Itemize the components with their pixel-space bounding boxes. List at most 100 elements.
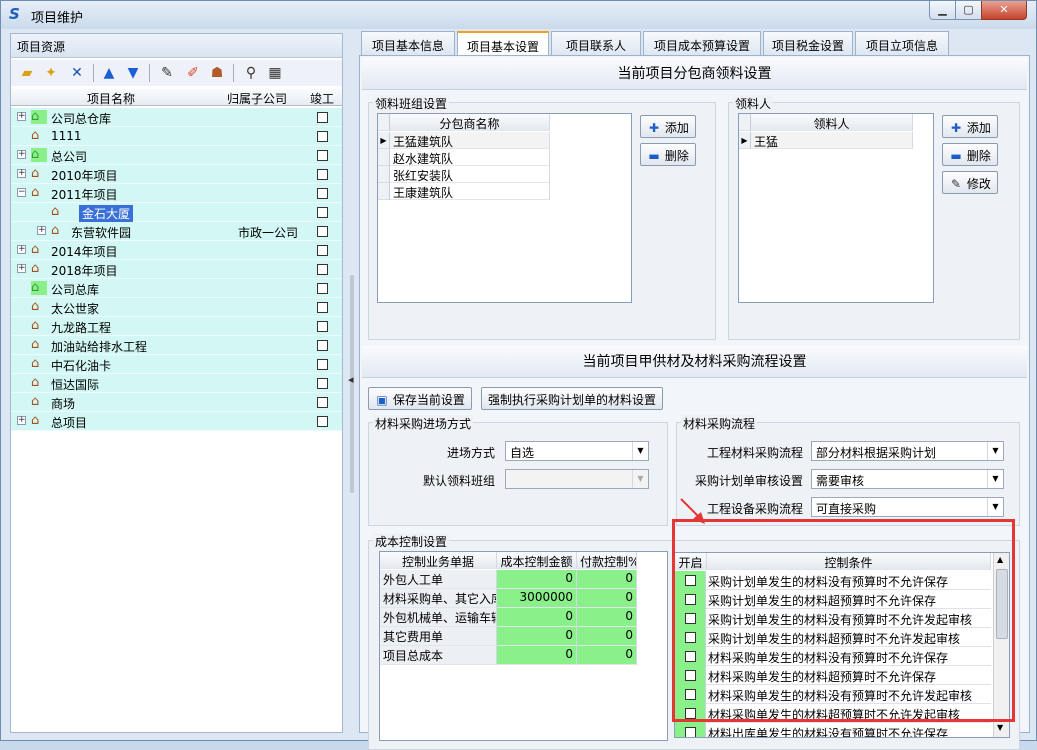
new-folder-icon[interactable]: ✦ [41, 63, 61, 83]
expand-icon[interactable]: + [17, 150, 26, 159]
completed-checkbox[interactable] [317, 302, 328, 313]
cost-amount-cell[interactable]: 3000000 [497, 589, 577, 608]
flow2-select[interactable]: 需要审核 ▼ [811, 469, 1004, 489]
binoculars-icon[interactable]: ⚲ [241, 63, 261, 83]
completed-checkbox[interactable] [317, 378, 328, 389]
tree-row[interactable]: + ⌂ 总项目 [11, 412, 342, 431]
paint-icon[interactable]: ✐ [183, 63, 203, 83]
completed-checkbox[interactable] [317, 416, 328, 427]
tree-row[interactable]: ⌂ 1111 [11, 127, 342, 146]
team-row[interactable]: 王康建筑队 [390, 183, 550, 200]
users-icon[interactable]: ☗ [207, 63, 227, 83]
cost-amount-cell[interactable]: 0 [497, 646, 577, 665]
minimize-button[interactable]: ▁ [929, 1, 956, 20]
tree-row[interactable]: + ⌂ 东营软件园 市政一公司 [11, 222, 342, 241]
completed-checkbox[interactable] [317, 207, 328, 218]
flow3-select[interactable]: 可直接采购 ▼ [811, 497, 1004, 517]
person-row[interactable]: 王猛 [751, 132, 913, 149]
completed-checkbox[interactable] [317, 169, 328, 180]
open-folder-icon[interactable]: ▰ [17, 63, 37, 83]
add-team-button[interactable]: ✚ 添加 [640, 115, 696, 138]
title-bar[interactable]: S 项目维护 ▁ ▢ ✕ [1, 1, 1036, 29]
completed-checkbox[interactable] [317, 188, 328, 199]
tree-row[interactable]: + ⌂ 2014年项目 [11, 241, 342, 260]
cost-amount-cell[interactable]: 0 [497, 608, 577, 627]
tree-row[interactable]: ⌂ 商场 [11, 393, 342, 412]
collapse-left-icon[interactable]: ◂ [348, 373, 354, 386]
flow1-select[interactable]: 部分材料根据采购计划 ▼ [811, 441, 1004, 461]
house-icon: ⌂ [31, 261, 40, 276]
tab-4[interactable]: 项目成本预算设置 [643, 31, 761, 55]
enable-checkbox[interactable] [685, 727, 696, 737]
tag-icon[interactable]: ✎ [157, 63, 177, 83]
delete-team-button[interactable]: ▬ 删除 [640, 143, 696, 166]
tree-row[interactable]: + ⌂ 总公司 [11, 146, 342, 165]
cost-col-1: 控制业务单据 [380, 552, 497, 569]
tree-row[interactable]: ⌂ 中石化油卡 [11, 355, 342, 374]
grid-settings-icon[interactable]: ▦ [265, 63, 285, 83]
edit-person-button[interactable]: ✎ 修改 [942, 171, 998, 194]
tab-2[interactable]: 项目基本设置 [457, 31, 549, 57]
tab-1[interactable]: 项目基本信息 [361, 31, 455, 55]
expand-icon[interactable]: + [17, 416, 26, 425]
collapse-icon[interactable]: − [17, 188, 26, 197]
expand-icon[interactable]: + [17, 112, 26, 121]
tab-5[interactable]: 项目税金设置 [763, 31, 853, 55]
completed-checkbox[interactable] [317, 283, 328, 294]
move-up-icon[interactable]: ▲ [99, 63, 119, 83]
payment-percent-cell[interactable]: 0 [577, 627, 637, 646]
cost-amount-cell[interactable]: 0 [497, 570, 577, 589]
cost-amount-cell[interactable]: 0 [497, 627, 577, 646]
team-row[interactable]: 王猛建筑队 [390, 132, 550, 149]
tree-row[interactable]: ⌂ 加油站给排水工程 [11, 336, 342, 355]
panel-splitter[interactable]: ◂ [346, 33, 358, 733]
payment-percent-cell[interactable]: 0 [577, 646, 637, 665]
maximize-button[interactable]: ▢ [955, 1, 982, 20]
entry-mode-select[interactable]: 自选 ▼ [505, 441, 649, 461]
payment-percent-cell[interactable]: 0 [577, 589, 637, 608]
tree-row[interactable]: + ⌂ 2010年项目 [11, 165, 342, 184]
chevron-down-icon: ▼ [987, 470, 1003, 488]
tab-6[interactable]: 项目立项信息 [855, 31, 949, 55]
tree-row[interactable]: ⌂ 金石大厦 [11, 203, 342, 222]
delete-icon[interactable]: ✕ [67, 63, 87, 83]
completed-checkbox[interactable] [317, 226, 328, 237]
completed-checkbox[interactable] [317, 150, 328, 161]
completed-checkbox[interactable] [317, 245, 328, 256]
add-person-button[interactable]: ✚ 添加 [942, 115, 998, 138]
team-row[interactable]: 张红安装队 [390, 166, 550, 183]
payment-percent-cell[interactable]: 0 [577, 608, 637, 627]
tree-row[interactable]: + ⌂ 2018年项目 [11, 260, 342, 279]
completed-checkbox[interactable] [317, 340, 328, 351]
save-settings-button[interactable]: ▣ 保存当前设置 [368, 387, 472, 410]
delete-person-button[interactable]: ▬ 删除 [942, 143, 998, 166]
expand-icon[interactable]: + [17, 169, 26, 178]
completed-checkbox[interactable] [317, 359, 328, 370]
scroll-down-icon[interactable]: ▼ [997, 723, 1003, 732]
expand-icon[interactable]: + [37, 226, 46, 235]
team-row[interactable]: 赵水建筑队 [390, 149, 550, 166]
payment-percent-cell[interactable]: 0 [577, 570, 637, 589]
completed-checkbox[interactable] [317, 131, 328, 142]
close-button[interactable]: ✕ [981, 1, 1027, 20]
person-grid[interactable]: 领料人 ▶ 王猛 [738, 113, 934, 303]
completed-checkbox[interactable] [317, 112, 328, 123]
completed-checkbox[interactable] [317, 397, 328, 408]
tree-row[interactable]: ⌂ 太公世家 [11, 298, 342, 317]
expand-icon[interactable]: + [17, 245, 26, 254]
force-plan-button[interactable]: 强制执行采购计划单的材料设置 [481, 387, 664, 410]
tree-row[interactable]: ⌂ 九龙路工程 [11, 317, 342, 336]
expand-icon[interactable]: + [17, 264, 26, 273]
completed-checkbox[interactable] [317, 264, 328, 275]
tree-row[interactable]: + ⌂ 公司总仓库 [11, 108, 342, 127]
completed-checkbox[interactable] [317, 321, 328, 332]
tree-row[interactable]: ⌂ 公司总库 [11, 279, 342, 298]
condition-text: 材料出库单发生的材料没有预算时不允许保存 [708, 727, 949, 738]
tree-row[interactable]: − ⌂ 2011年项目 [11, 184, 342, 203]
cost-grid[interactable]: 控制业务单据成本控制金额付款控制% 外包人工单00材料采购单、其它入库单3000… [379, 551, 668, 741]
move-down-icon[interactable]: ▼ [123, 63, 143, 83]
default-team-select[interactable]: ▼ [505, 469, 649, 489]
tab-3[interactable]: 项目联系人 [551, 31, 641, 55]
tree-row[interactable]: ⌂ 恒达国际 [11, 374, 342, 393]
team-grid[interactable]: 分包商名称 ▶ 王猛建筑队 赵水建筑队 张红安装队 王康建筑队 [377, 113, 632, 303]
